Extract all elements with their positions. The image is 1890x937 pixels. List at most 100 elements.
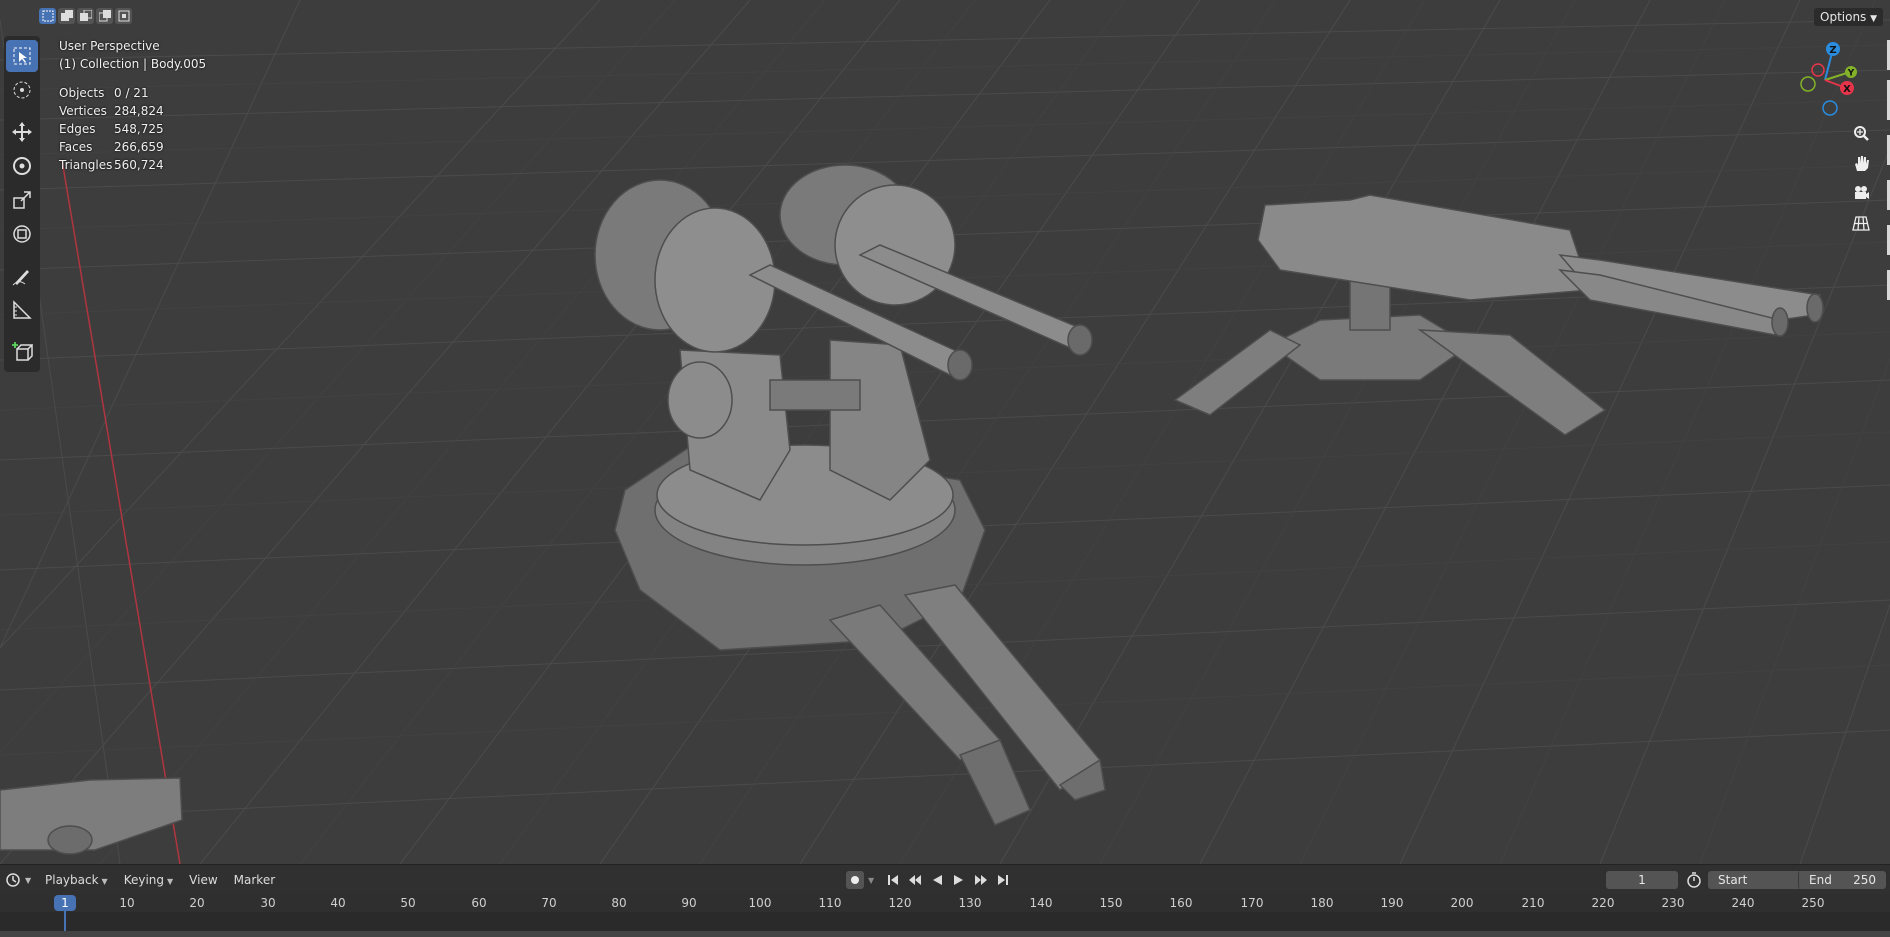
end-value: 250	[1853, 873, 1876, 887]
stat-row: Objects 0 / 21	[59, 84, 164, 102]
chevron-down-icon: ▼	[167, 877, 174, 886]
view-menu[interactable]: View	[186, 870, 220, 890]
options-dropdown[interactable]: Options ▼	[1814, 8, 1884, 26]
region-edge	[1887, 40, 1890, 300]
select-mode-buttons	[39, 8, 132, 24]
viewport-scene	[0, 0, 1890, 864]
select-new-icon[interactable]	[39, 8, 56, 24]
stat-label: Vertices	[59, 104, 107, 118]
timeline-header: ▼ Playback ▼ Keying ▼ View Marker ▼ 1 Star…	[0, 864, 1890, 895]
frame-number: 180	[1310, 896, 1334, 910]
collection-label: (1) Collection | Body.005	[59, 57, 207, 71]
select-subtract-icon[interactable]	[77, 8, 94, 24]
frame-number: 80	[611, 896, 627, 910]
move-icon[interactable]	[6, 116, 38, 148]
select-extend-icon[interactable]	[58, 8, 75, 24]
gizmo-y-label: Y	[1847, 69, 1855, 79]
select-intersect-icon[interactable]	[115, 8, 132, 24]
navigation-gizmo[interactable]: Z Y X	[1790, 40, 1860, 120]
editor-type-button[interactable]: ▼	[6, 870, 32, 890]
play-reverse-icon[interactable]	[928, 871, 946, 889]
frame-number: 50	[400, 896, 416, 910]
frame-number: 130	[958, 896, 982, 910]
stat-value: 0 / 21	[114, 86, 149, 100]
play-icon[interactable]	[950, 871, 968, 889]
jump-end-icon[interactable]	[994, 871, 1012, 889]
frame-number: 200	[1450, 896, 1474, 910]
frame-number: 220	[1591, 896, 1615, 910]
view-label: View	[189, 873, 218, 887]
transform-icon[interactable]	[6, 218, 38, 250]
frame-number: 90	[681, 896, 697, 910]
frame-number: 40	[330, 896, 346, 910]
cursor-icon[interactable]	[6, 74, 38, 106]
chevron-down-icon: ▼	[1870, 14, 1878, 24]
stat-value: 284,824	[114, 104, 164, 118]
scale-icon[interactable]	[6, 184, 38, 216]
stat-label: Edges	[59, 122, 96, 136]
marker-menu[interactable]: Marker	[231, 870, 278, 890]
stat-row: Edges 548,725	[59, 120, 164, 138]
select-difference-icon[interactable]	[96, 8, 113, 24]
frame-number: 210	[1521, 896, 1545, 910]
stat-row: Vertices 284,824	[59, 102, 164, 120]
start-label: Start	[1718, 873, 1748, 887]
timeline-scrollbar[interactable]	[0, 931, 1890, 937]
playback-controls: ▼	[846, 871, 1012, 889]
frame-number: 170	[1240, 896, 1264, 910]
end-frame-field[interactable]: End 250	[1798, 871, 1886, 889]
rotate-icon[interactable]	[6, 150, 38, 182]
stat-label: Objects	[59, 86, 105, 100]
jump-start-icon[interactable]	[884, 871, 902, 889]
stat-label: Triangles	[59, 158, 113, 172]
scene-statistics: Objects 0 / 21 Vertices 284,824 Edges 548,7…	[59, 84, 164, 174]
frame-number: 190	[1380, 896, 1404, 910]
playhead-label: 1	[61, 896, 69, 910]
stopwatch-icon[interactable]	[1686, 872, 1702, 892]
timeline-area[interactable]: 10 20 30 40 50 60 70 80 90 100 110 120 1…	[0, 894, 1890, 937]
frame-number: 70	[541, 896, 557, 910]
grid-ortho-icon[interactable]	[1848, 210, 1874, 236]
end-label: End	[1809, 873, 1832, 887]
frame-number: 120	[888, 896, 912, 910]
frame-number: 240	[1731, 896, 1755, 910]
measure-icon[interactable]	[6, 294, 38, 326]
playhead[interactable]: 1	[54, 895, 76, 911]
hand-pan-icon[interactable]	[1848, 150, 1874, 176]
frame-number: 160	[1169, 896, 1193, 910]
stat-row: Triangles 560,724	[59, 156, 164, 174]
playback-menu[interactable]: Playback ▼	[42, 870, 111, 890]
current-frame-value: 1	[1638, 873, 1646, 887]
record-icon[interactable]	[846, 871, 864, 889]
current-frame-field[interactable]: 1	[1606, 871, 1678, 889]
gizmo-z-label: Z	[1829, 45, 1836, 56]
prev-keyframe-icon[interactable]	[906, 871, 924, 889]
3d-viewport[interactable]: User Perspective (1) Collection | Body.0…	[0, 0, 1890, 864]
view-title: User Perspective	[59, 39, 160, 53]
stat-value: 266,659	[114, 140, 164, 154]
stat-value: 548,725	[114, 122, 164, 136]
frame-number: 30	[260, 896, 276, 910]
chevron-down-icon: ▼	[101, 877, 108, 886]
add-cube-icon[interactable]	[6, 336, 38, 368]
camera-icon[interactable]	[1848, 180, 1874, 206]
stat-row: Faces 266,659	[59, 138, 164, 156]
frame-number: 140	[1029, 896, 1053, 910]
chevron-down-icon[interactable]: ▼	[868, 876, 874, 885]
frame-number: 60	[471, 896, 487, 910]
next-keyframe-icon[interactable]	[972, 871, 990, 889]
frame-number: 230	[1661, 896, 1685, 910]
select-box-icon[interactable]	[6, 40, 38, 72]
frame-number: 110	[818, 896, 842, 910]
frame-number: 150	[1099, 896, 1123, 910]
frame-number: 20	[189, 896, 205, 910]
frame-ruler[interactable]: 10 20 30 40 50 60 70 80 90 100 110 120 1…	[0, 894, 1890, 912]
playback-label: Playback	[45, 873, 99, 887]
annotate-icon[interactable]	[6, 260, 38, 292]
frame-number: 10	[119, 896, 135, 910]
zoom-icon[interactable]	[1848, 120, 1874, 146]
keying-menu[interactable]: Keying ▼	[121, 870, 176, 890]
keying-label: Keying	[123, 873, 165, 887]
chevron-down-icon: ▼	[25, 875, 32, 885]
viewport-info: User Perspective (1) Collection | Body.0…	[59, 37, 206, 73]
